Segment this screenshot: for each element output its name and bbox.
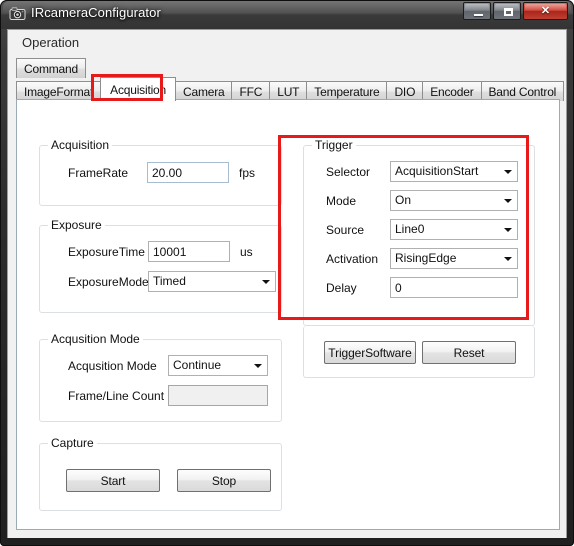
tab-acquisition[interactable]: Acquisition xyxy=(100,77,176,101)
label-trigger-activation: Activation xyxy=(326,252,379,266)
tab-temperature[interactable]: Temperature xyxy=(306,81,388,101)
client-inner: Operation Command ImageFormat Acquisitio… xyxy=(8,30,566,538)
start-button[interactable]: Start xyxy=(66,469,160,492)
select-trigger-source[interactable]: Line0 xyxy=(390,219,518,240)
menu-item-operation[interactable]: Operation xyxy=(22,35,79,50)
label-exposure-mode: ExposureMode xyxy=(68,275,149,289)
trigger-software-button[interactable]: TriggerSoftware xyxy=(324,341,416,364)
tab-strip: Command ImageFormat Acquisition Camera F… xyxy=(16,58,565,101)
application-window: IRcameraConfigurator ✕ Operation Command xyxy=(0,0,574,546)
minimize-button[interactable] xyxy=(463,2,491,20)
minimize-icon xyxy=(474,14,483,16)
tab-command[interactable]: Command xyxy=(16,58,86,78)
close-icon: ✕ xyxy=(540,4,551,17)
label-exposure-time: ExposureTime xyxy=(68,245,145,259)
camera-icon xyxy=(9,6,26,22)
tab-camera[interactable]: Camera xyxy=(175,81,233,101)
window-title: IRcameraConfigurator xyxy=(31,5,161,20)
tab-page-acquisition: Acquisition FrameRate 20.00 fps Exposure… xyxy=(16,99,560,530)
tab-lut[interactable]: LUT xyxy=(269,81,308,101)
group-exposure-title: Exposure xyxy=(48,218,105,232)
label-trigger-mode: Mode xyxy=(326,194,357,208)
group-acquisition: Acquisition FrameRate 20.00 fps xyxy=(39,138,282,206)
group-acquisition-mode-title: Acqusition Mode xyxy=(48,332,143,346)
tab-ffc[interactable]: FFC xyxy=(231,81,271,101)
select-trigger-selector[interactable]: AcquisitionStart xyxy=(390,161,518,182)
select-trigger-mode-value: On xyxy=(395,193,412,207)
label-acquisition-mode: Acqusition Mode xyxy=(68,359,157,373)
label-frame-line-count: Frame/Line Count xyxy=(68,389,165,403)
reset-button[interactable]: Reset xyxy=(422,341,516,364)
label-framerate: FrameRate xyxy=(68,166,129,180)
group-trigger: Trigger Selector AcquisitionStart Mode O… xyxy=(303,138,535,326)
tab-row-upper: Command xyxy=(16,58,86,78)
group-capture: Capture Start Stop xyxy=(39,436,282,511)
chevron-down-icon xyxy=(504,257,512,261)
window-controls: ✕ xyxy=(463,2,568,20)
stop-button[interactable]: Stop xyxy=(177,469,271,492)
chevron-down-icon xyxy=(254,364,262,368)
label-trigger-selector: Selector xyxy=(326,165,371,179)
input-exposure-time[interactable]: 10001 xyxy=(148,241,230,262)
input-framerate[interactable]: 20.00 xyxy=(147,162,229,183)
label-exposure-time-unit: us xyxy=(240,245,253,259)
group-trigger-actions: TriggerSoftware Reset xyxy=(303,326,535,378)
maximize-icon xyxy=(504,8,513,16)
select-trigger-mode[interactable]: On xyxy=(390,190,518,211)
tab-encoder[interactable]: Encoder xyxy=(422,81,482,101)
select-acquisition-mode-value: Continue xyxy=(173,358,222,372)
select-exposure-mode[interactable]: Timed xyxy=(148,271,276,292)
chevron-down-icon xyxy=(504,199,512,203)
input-frame-line-count[interactable] xyxy=(168,385,268,406)
tab-imageformat[interactable]: ImageFormat xyxy=(16,81,102,101)
chevron-down-icon xyxy=(262,280,270,284)
select-trigger-activation-value: RisingEdge xyxy=(395,251,457,265)
close-button[interactable]: ✕ xyxy=(523,2,568,20)
label-trigger-source: Source xyxy=(326,223,365,237)
group-acquisition-mode: Acqusition Mode Acqusition Mode Continue… xyxy=(39,332,282,422)
select-acquisition-mode[interactable]: Continue xyxy=(168,355,268,376)
chevron-down-icon xyxy=(504,228,512,232)
tab-dio[interactable]: DIO xyxy=(386,81,424,101)
input-trigger-delay[interactable]: 0 xyxy=(390,277,518,298)
label-framerate-unit: fps xyxy=(239,166,256,180)
group-acquisition-title: Acquisition xyxy=(48,138,113,152)
title-bar[interactable]: IRcameraConfigurator ✕ xyxy=(0,0,574,29)
group-exposure: Exposure ExposureTime 10001 us ExposureM… xyxy=(39,218,282,313)
client-area: Operation Command ImageFormat Acquisitio… xyxy=(7,29,567,538)
select-exposure-mode-value: Timed xyxy=(153,274,186,288)
tab-band-control[interactable]: Band Control xyxy=(480,81,565,101)
label-trigger-delay: Delay xyxy=(326,281,357,295)
menu-bar: Operation xyxy=(8,30,566,57)
maximize-button[interactable] xyxy=(493,2,521,20)
select-trigger-source-value: Line0 xyxy=(395,222,425,236)
tab-row-lower: ImageFormat Acquisition Camera FFC LUT T… xyxy=(16,77,565,101)
group-capture-title: Capture xyxy=(48,436,97,450)
select-trigger-selector-value: AcquisitionStart xyxy=(395,164,479,178)
select-trigger-activation[interactable]: RisingEdge xyxy=(390,248,518,269)
group-trigger-title: Trigger xyxy=(312,138,356,152)
chevron-down-icon xyxy=(504,170,512,174)
